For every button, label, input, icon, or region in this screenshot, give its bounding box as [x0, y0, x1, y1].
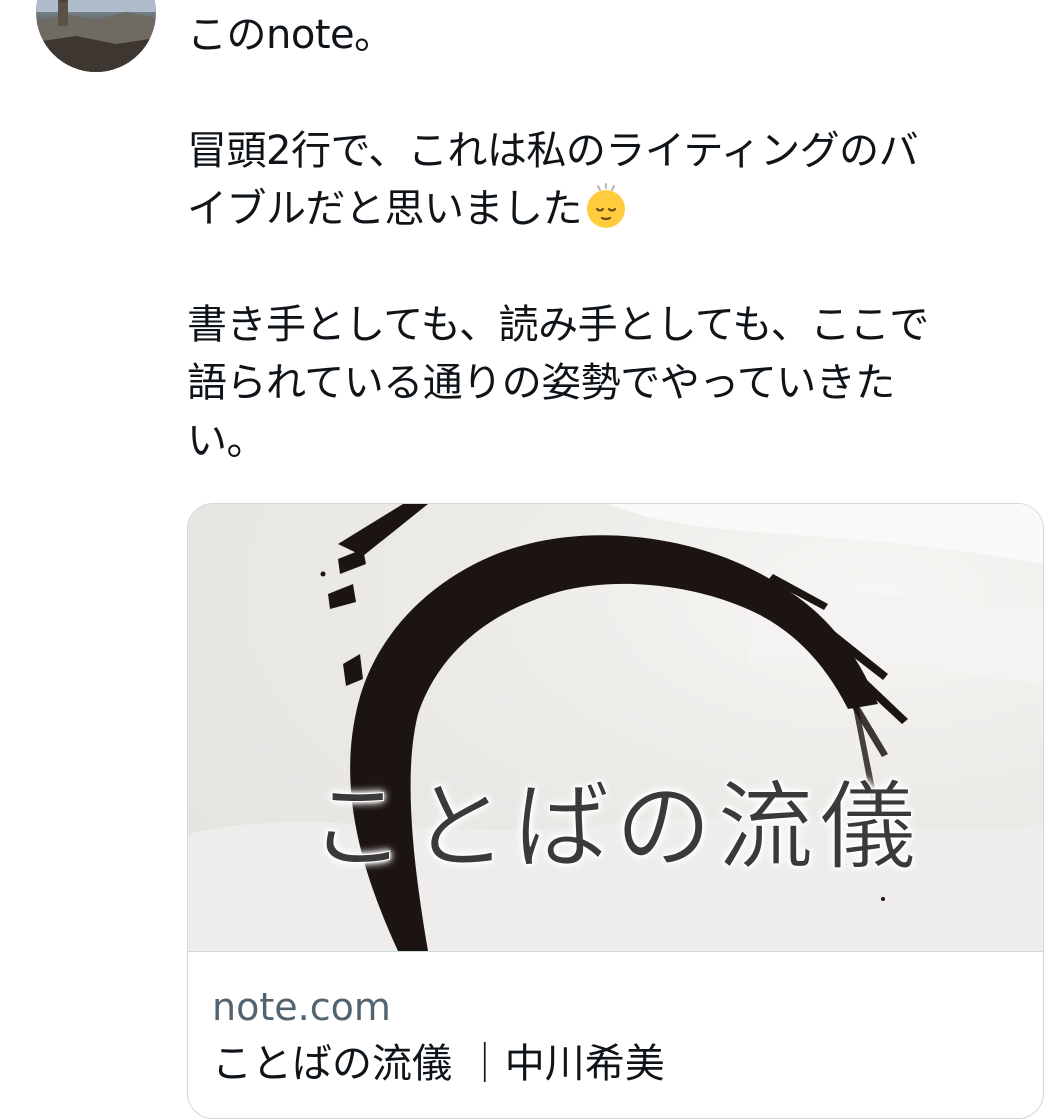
tweet-line: 語られている通りの姿勢でやっていきた [187, 360, 895, 406]
tweet-line: 書き手としても、読み手としても、ここで [187, 302, 929, 348]
tweet-line: イブルだと思いました [187, 180, 1047, 238]
tweet-line: い。 [187, 418, 267, 464]
tweet-text: このnote。 冒頭2行で、これは私のライティングのバ イブルだと思いました 書… [187, 6, 1047, 470]
card-domain: note.com [212, 985, 391, 1029]
relieved-face-icon [582, 182, 630, 230]
avatar-photo [36, 0, 156, 72]
avatar[interactable] [36, 0, 156, 72]
tweet-line: このnote。 [187, 12, 394, 58]
tweet-line: 冒頭2行で、これは私のライティングのバ [187, 128, 919, 174]
card-image-title: ことばの流儀 [309, 771, 922, 884]
tweet-line-text: イブルだと思いました [187, 186, 583, 232]
card-meta: note.com ことばの流儀 ｜中川希美 [188, 952, 1043, 1092]
link-card-image: ことばの流儀 [188, 504, 1043, 951]
card-title[interactable]: ことばの流儀 ｜中川希美 [212, 1036, 1019, 1092]
link-card[interactable]: ことばの流儀 note.com ことばの流儀 ｜中川希美 [187, 503, 1044, 1119]
